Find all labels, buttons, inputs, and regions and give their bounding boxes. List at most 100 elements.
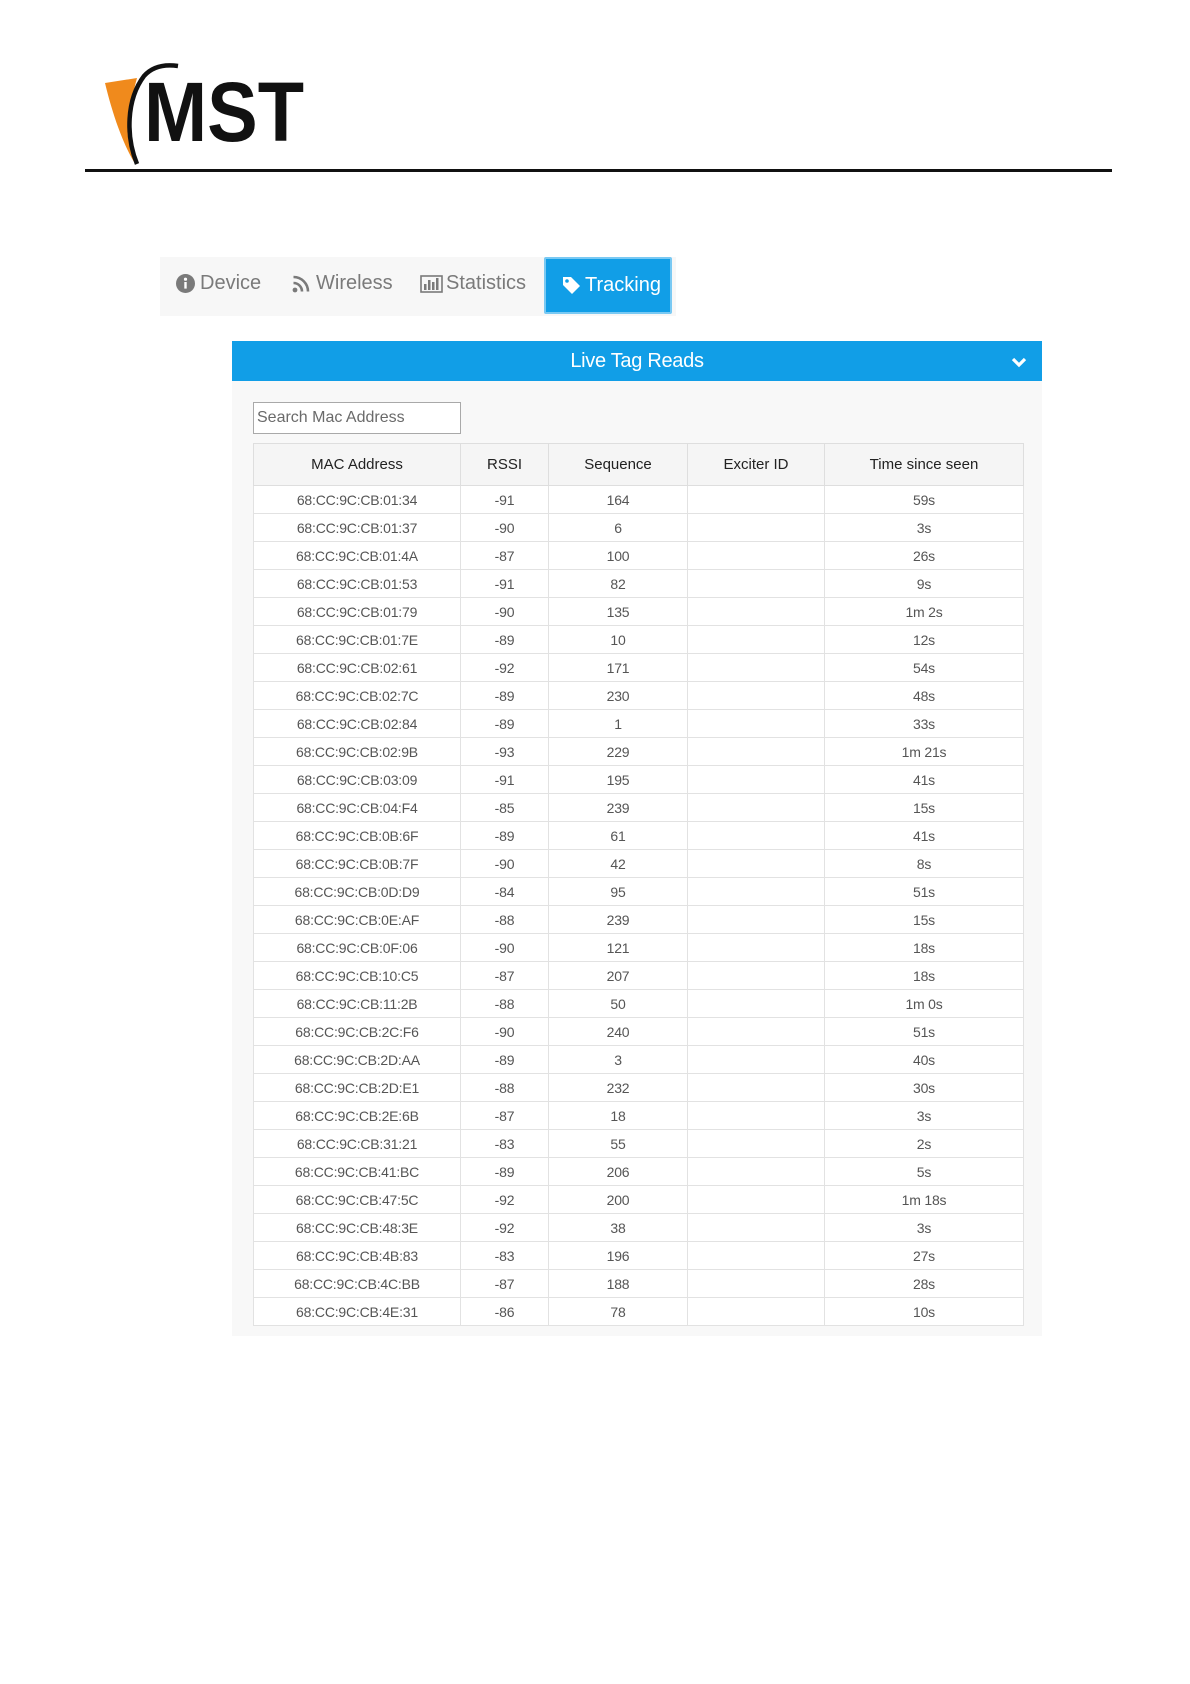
exciter-id-cell (687, 1297, 825, 1326)
table-row: 68:CC:9C:CB:47:5C -92 200 1m 18s (253, 1185, 1024, 1214)
sequence-cell: 121 (548, 933, 688, 962)
exciter-id-cell (687, 765, 825, 794)
tab-bar: Device Wireless Statistics Tracking (160, 257, 676, 316)
exciter-id-cell (687, 541, 825, 570)
exciter-id-cell (687, 1017, 825, 1046)
exciter-id-cell (687, 1129, 825, 1158)
sequence-cell: 206 (548, 1157, 688, 1186)
table-row: 68:CC:9C:CB:2D:AA -89 3 40s (253, 1045, 1024, 1074)
mac-address-cell: 68:CC:9C:CB:2D:AA (253, 1045, 461, 1074)
rssi-cell: -90 (460, 513, 549, 542)
exciter-id-cell (687, 709, 825, 738)
time-since-seen-cell: 18s (824, 933, 1024, 962)
sequence-cell: 207 (548, 961, 688, 990)
time-since-seen-cell: 15s (824, 793, 1024, 822)
time-since-seen-cell: 41s (824, 821, 1024, 850)
rssi-cell: -89 (460, 821, 549, 850)
mac-address-cell: 68:CC:9C:CB:2D:E1 (253, 1073, 461, 1102)
table-row: 68:CC:9C:CB:02:9B -93 229 1m 21s (253, 737, 1024, 766)
sequence-cell: 232 (548, 1073, 688, 1102)
sequence-cell: 164 (548, 485, 688, 514)
exciter-id-cell (687, 961, 825, 990)
table-row: 68:CC:9C:CB:10:C5 -87 207 18s (253, 961, 1024, 990)
rssi-cell: -88 (460, 989, 549, 1018)
mac-address-cell: 68:CC:9C:CB:03:09 (253, 765, 461, 794)
tab-wireless[interactable]: Wireless (292, 257, 393, 310)
mac-address-cell: 68:CC:9C:CB:01:53 (253, 569, 461, 598)
table-row: 68:CC:9C:CB:02:84 -89 1 33s (253, 709, 1024, 738)
time-since-seen-cell: 27s (824, 1241, 1024, 1270)
mac-address-cell: 68:CC:9C:CB:0B:6F (253, 821, 461, 850)
rssi-cell: -86 (460, 1297, 549, 1326)
exciter-id-cell (687, 849, 825, 878)
exciter-id-cell (687, 793, 825, 822)
time-since-seen-cell: 10s (824, 1297, 1024, 1326)
info-circle-icon (176, 274, 195, 293)
rssi-cell: -83 (460, 1129, 549, 1158)
table-row: 68:CC:9C:CB:01:37 -90 6 3s (253, 513, 1024, 542)
time-since-seen-cell: 1m 18s (824, 1185, 1024, 1214)
exciter-id-cell (687, 1073, 825, 1102)
live-tag-reads-panel-header[interactable]: Live Tag Reads (232, 341, 1042, 381)
table-row: 68:CC:9C:CB:0B:7F -90 42 8s (253, 849, 1024, 878)
rssi-cell: -84 (460, 877, 549, 906)
sequence-cell: 188 (548, 1269, 688, 1298)
live-tag-reads-table: MAC Address RSSI Sequence Exciter ID Tim… (253, 443, 1024, 1326)
mac-address-cell: 68:CC:9C:CB:0D:D9 (253, 877, 461, 906)
exciter-id-cell (687, 821, 825, 850)
rss-icon (292, 275, 310, 293)
rssi-cell: -87 (460, 1101, 549, 1130)
time-since-seen-cell: 3s (824, 513, 1024, 542)
table-header-row: MAC Address RSSI Sequence Exciter ID Tim… (253, 443, 1024, 486)
tab-device[interactable]: Device (176, 257, 261, 310)
time-since-seen-cell: 9s (824, 569, 1024, 598)
sequence-cell: 200 (548, 1185, 688, 1214)
rssi-cell: -90 (460, 1017, 549, 1046)
table-row: 68:CC:9C:CB:02:61 -92 171 54s (253, 653, 1024, 682)
sequence-cell: 1 (548, 709, 688, 738)
mac-address-cell: 68:CC:9C:CB:01:7E (253, 625, 461, 654)
column-header-sequence: Sequence (548, 443, 688, 486)
exciter-id-cell (687, 569, 825, 598)
table-row: 68:CC:9C:CB:11:2B -88 50 1m 0s (253, 989, 1024, 1018)
rssi-cell: -92 (460, 1185, 549, 1214)
search-mac-address-input[interactable] (253, 402, 461, 434)
sequence-cell: 6 (548, 513, 688, 542)
panel-title: Live Tag Reads (570, 350, 704, 372)
tab-statistics-label: Statistics (446, 272, 527, 294)
table-row: 68:CC:9C:CB:0D:D9 -84 95 51s (253, 877, 1024, 906)
time-since-seen-cell: 12s (824, 625, 1024, 654)
exciter-id-cell (687, 737, 825, 766)
sequence-cell: 78 (548, 1297, 688, 1326)
rssi-cell: -88 (460, 1073, 549, 1102)
tab-tracking[interactable]: Tracking (544, 257, 672, 314)
mac-address-cell: 68:CC:9C:CB:01:34 (253, 485, 461, 514)
mac-address-cell: 68:CC:9C:CB:4E:31 (253, 1297, 461, 1326)
time-since-seen-cell: 3s (824, 1213, 1024, 1242)
sequence-cell: 50 (548, 989, 688, 1018)
tab-wireless-label: Wireless (316, 272, 393, 294)
tag-icon (562, 276, 581, 295)
column-header-time-since-seen: Time since seen (824, 443, 1024, 486)
exciter-id-cell (687, 597, 825, 626)
sequence-cell: 229 (548, 737, 688, 766)
sequence-cell: 100 (548, 541, 688, 570)
mac-address-cell: 68:CC:9C:CB:02:7C (253, 681, 461, 710)
column-header-rssi: RSSI (460, 443, 549, 486)
mac-address-cell: 68:CC:9C:CB:0F:06 (253, 933, 461, 962)
table-row: 68:CC:9C:CB:01:34 -91 164 59s (253, 485, 1024, 514)
rssi-cell: -90 (460, 933, 549, 962)
sequence-cell: 171 (548, 653, 688, 682)
exciter-id-cell (687, 877, 825, 906)
table-row: 68:CC:9C:CB:48:3E -92 38 3s (253, 1213, 1024, 1242)
rssi-cell: -87 (460, 961, 549, 990)
tab-statistics[interactable]: Statistics (420, 257, 526, 310)
column-header-mac-address: MAC Address (253, 443, 461, 486)
mac-address-cell: 68:CC:9C:CB:0B:7F (253, 849, 461, 878)
chevron-down-icon[interactable] (1011, 357, 1027, 368)
sequence-cell: 240 (548, 1017, 688, 1046)
exciter-id-cell (687, 905, 825, 934)
table-row: 68:CC:9C:CB:04:F4 -85 239 15s (253, 793, 1024, 822)
exciter-id-cell (687, 989, 825, 1018)
rssi-cell: -91 (460, 485, 549, 514)
